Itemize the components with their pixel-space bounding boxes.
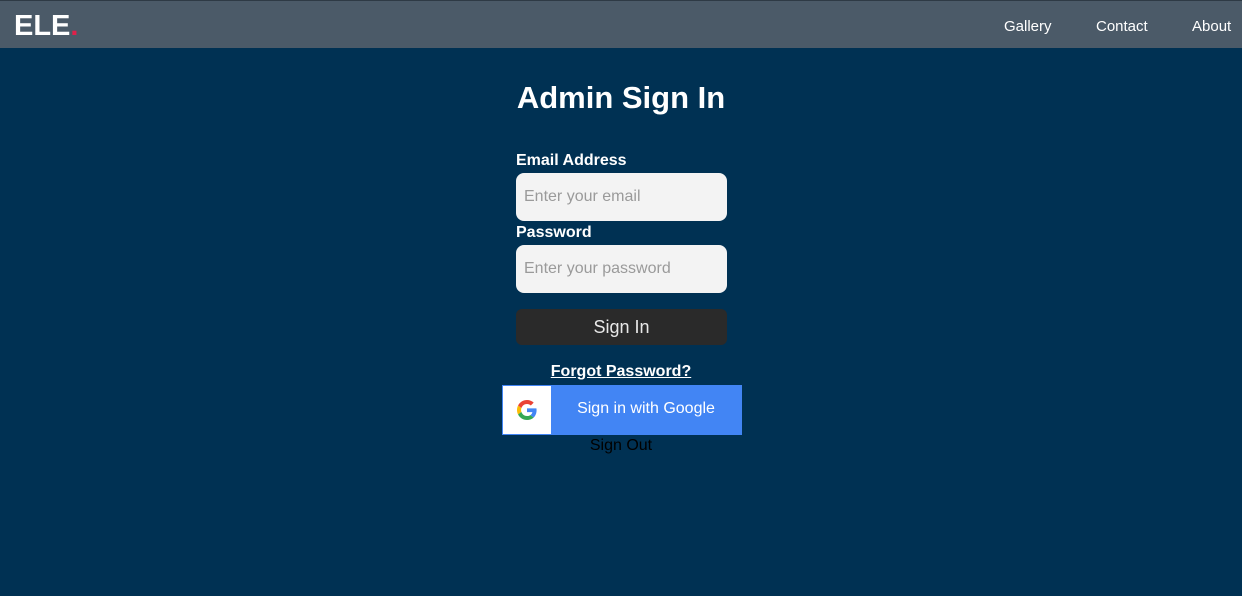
logo-text: ELE [14,10,71,42]
sign-in-button[interactable]: Sign In [516,309,727,345]
forgot-password-link[interactable]: Forgot Password? [551,363,691,380]
nav-link-contact[interactable]: Contact [1096,18,1148,36]
email-label: Email Address [516,152,627,169]
logo-dot: . [70,10,79,42]
forgot-password-row: Forgot Password? [0,363,1242,381]
sign-out-link[interactable]: Sign Out [590,437,652,454]
google-sign-in-label: Sign in with Google [577,400,715,417]
page-title: Admin Sign In [516,80,726,115]
password-field[interactable] [516,245,727,293]
navbar: ELE. Gallery Contact About [0,0,1242,48]
nav-link-about[interactable]: About [1192,18,1231,36]
logo[interactable]: ELE. [14,10,78,42]
google-g-icon [517,400,537,420]
nav-link-gallery[interactable]: Gallery [1004,18,1052,36]
password-label: Password [516,224,592,241]
google-sign-in-button[interactable]: Sign in with Google [502,385,742,435]
email-field[interactable] [516,173,727,221]
google-icon-container [503,386,551,434]
sign-out-row: Sign Out [0,437,1242,455]
